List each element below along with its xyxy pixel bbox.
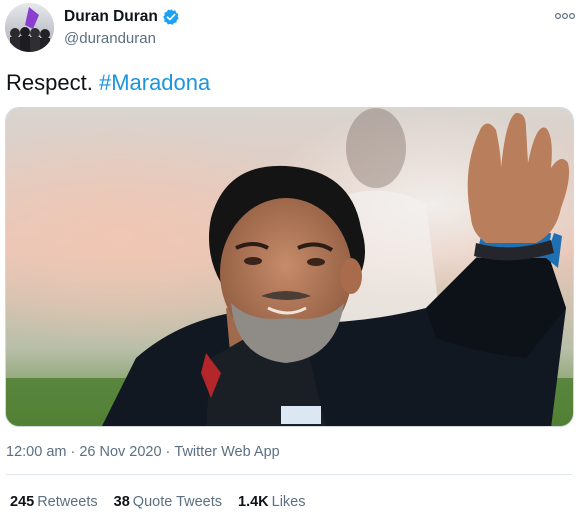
tweet-time[interactable]: 12:00 am [6, 444, 66, 460]
tweet-photo[interactable] [5, 107, 574, 427]
quote-tweets-stat[interactable]: 38 Quote Tweets [114, 494, 222, 510]
meta-separator: · [165, 444, 171, 460]
meta-separator: · [70, 444, 76, 460]
retweets-count: 245 [10, 494, 35, 510]
avatar-image [5, 3, 54, 52]
tweet-header: Duran Duran @duranduran [5, 3, 576, 55]
tweet-card: Duran Duran @duranduran Respect. #Marado… [0, 0, 583, 515]
retweets-stat[interactable]: 245 Retweets [10, 494, 98, 510]
photo-image [6, 108, 573, 426]
tweet-text: Respect. #Maradona [6, 70, 210, 96]
avatar[interactable] [5, 3, 54, 52]
likes-count: 1.4K [238, 494, 269, 510]
hashtag-link[interactable]: #Maradona [99, 70, 210, 95]
more-options-icon[interactable] [554, 8, 576, 24]
verified-badge-icon [162, 8, 180, 26]
quotes-count: 38 [113, 494, 130, 510]
display-name[interactable]: Duran Duran [64, 8, 158, 26]
user-handle[interactable]: @duranduran [64, 30, 156, 47]
tweet-source[interactable]: Twitter Web App [174, 444, 279, 460]
divider [6, 474, 572, 475]
tweet-body: Respect. [6, 70, 93, 95]
retweets-label: Retweets [37, 494, 98, 510]
likes-stat[interactable]: 1.4K Likes [238, 494, 306, 510]
tweet-meta: 12:00 am · 26 Nov 2020 · Twitter Web App [6, 444, 280, 460]
tweet-stats: 245 Retweets 38 Quote Tweets 1.4K Likes [10, 494, 306, 510]
tweet-date[interactable]: 26 Nov 2020 [79, 444, 161, 460]
quotes-label: Quote Tweets [132, 494, 222, 510]
likes-label: Likes [271, 494, 306, 510]
name-row: Duran Duran [64, 8, 180, 26]
